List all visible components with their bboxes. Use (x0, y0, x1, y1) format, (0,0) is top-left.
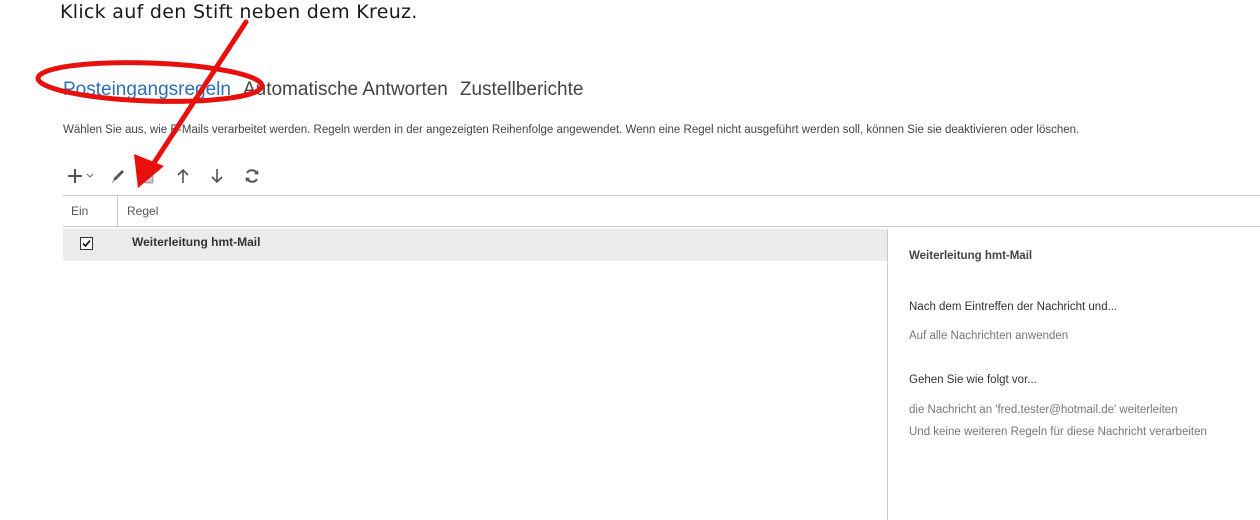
dropdown-caret-icon (86, 173, 94, 178)
edit-rule-button[interactable] (108, 163, 128, 189)
add-rule-button[interactable] (66, 163, 84, 189)
move-down-button[interactable] (208, 163, 226, 189)
move-up-button[interactable] (174, 163, 192, 189)
column-header-ein[interactable]: Ein (63, 196, 118, 226)
instruction-text: Klick auf den Stift neben dem Kreuz. (60, 1, 418, 23)
table-row[interactable]: Weiterleitung hmt-Mail (63, 229, 887, 261)
rule-enabled-checkbox[interactable] (80, 237, 93, 250)
rules-table-header: Ein Regel (63, 195, 1260, 227)
rule-name: Weiterleitung hmt-Mail (132, 235, 261, 249)
refresh-button[interactable] (242, 163, 262, 189)
delete-rule-button[interactable] (140, 163, 158, 189)
refresh-icon (245, 169, 259, 183)
trash-icon (143, 168, 155, 183)
rules-toolbar (66, 163, 262, 189)
details-title: Weiterleitung hmt-Mail (909, 250, 1033, 262)
tab-automatische-antworten[interactable]: Automatische Antworten (243, 78, 448, 102)
rule-details-panel: Weiterleitung hmt-Mail Nach dem Eintreff… (887, 229, 1260, 520)
column-header-regel[interactable]: Regel (118, 196, 158, 226)
rules-description: Wählen Sie aus, wie E-Mails verarbeitet … (63, 124, 1080, 136)
checkmark-icon (82, 239, 91, 248)
details-action: die Nachricht an 'fred.tester@hotmail.de… (909, 404, 1178, 416)
details-condition-heading: Nach dem Eintreffen der Nachricht und... (909, 301, 1118, 313)
arrow-down-icon (211, 169, 223, 184)
add-rule-dropdown[interactable] (84, 163, 96, 189)
arrow-up-icon (177, 168, 189, 183)
tab-posteingangsregeln[interactable]: Posteingangsregeln (63, 78, 231, 102)
details-action-heading: Gehen Sie wie folgt vor... (909, 374, 1037, 386)
pencil-icon (112, 170, 124, 183)
details-action: Und keine weiteren Regeln für diese Nach… (909, 426, 1207, 438)
add-icon (68, 169, 82, 183)
tab-bar: Posteingangsregeln Automatische Antworte… (63, 78, 583, 102)
tab-zustellberichte[interactable]: Zustellberichte (460, 78, 584, 102)
details-condition: Auf alle Nachrichten anwenden (909, 330, 1069, 342)
